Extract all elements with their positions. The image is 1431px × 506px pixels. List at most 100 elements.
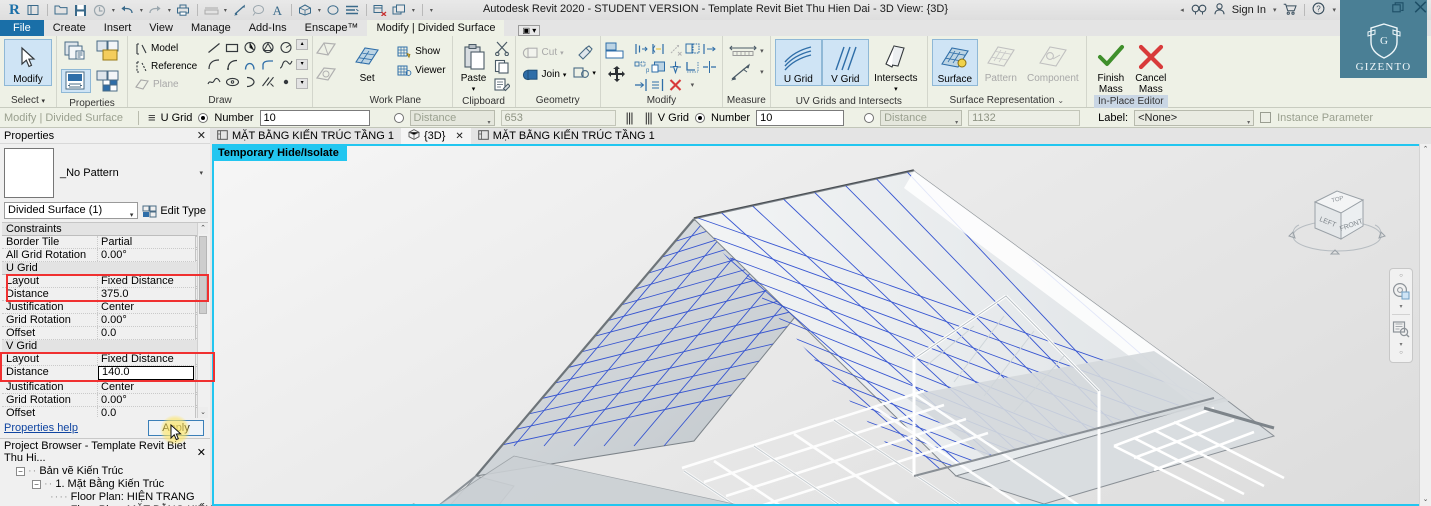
scroll-up-icon[interactable]: ⌃ bbox=[1420, 144, 1431, 156]
property-row-all-grid-rotation[interactable]: All Grid Rotation 0.00° bbox=[2, 249, 208, 262]
view-tab-mat-bang-1[interactable]: MẶT BẰNG KIẾN TRÚC TẦNG 1 bbox=[210, 128, 401, 144]
split-face-icon[interactable] bbox=[573, 65, 590, 80]
ribbon-tab-addins[interactable]: Add-Ins bbox=[240, 20, 296, 36]
v-grid-number-radio[interactable] bbox=[694, 112, 705, 123]
scroll-down-icon[interactable]: ⌄ bbox=[1420, 494, 1431, 506]
text-icon[interactable]: A bbox=[269, 2, 286, 18]
help-icon[interactable]: ? bbox=[1312, 2, 1325, 18]
ribbon-tab-strip[interactable]: File Create Insert View Manage Add-Ins E… bbox=[0, 20, 1431, 36]
properties-help-link[interactable]: Properties help bbox=[4, 422, 78, 434]
move-icon[interactable] bbox=[605, 65, 629, 83]
finish-mass-button[interactable]: Finish Mass bbox=[1091, 39, 1131, 95]
properties-scrollbar[interactable]: ⌃ ⌄ bbox=[197, 223, 208, 418]
close-window-icon[interactable] bbox=[1414, 1, 1427, 16]
property-row-v-layout[interactable]: Layout Fixed Distance bbox=[2, 353, 208, 366]
ribbon-tab-create[interactable]: Create bbox=[44, 20, 95, 36]
property-row-v-justification[interactable]: Justification Center bbox=[2, 381, 208, 394]
property-row-v-grid-rotation[interactable]: Grid Rotation 0.00° bbox=[2, 394, 208, 407]
show-workplane-button[interactable]: Show bbox=[395, 43, 447, 60]
workplane-viewer-button[interactable]: Viewer bbox=[395, 62, 447, 79]
cancel-mass-button[interactable]: Cancel Mass bbox=[1131, 39, 1171, 95]
ribbon-tab-enscape[interactable]: Enscape™ bbox=[296, 20, 368, 36]
property-row-u-offset[interactable]: Offset 0.0 bbox=[2, 327, 208, 340]
v-grid-number-input[interactable]: 10 bbox=[756, 109, 845, 126]
view-tab-3d[interactable]: {3D} ✕ bbox=[400, 128, 471, 144]
draw-spline-through-points-icon[interactable] bbox=[207, 75, 221, 88]
temporary-hide-isolate-banner[interactable]: Temporary Hide/Isolate bbox=[214, 146, 347, 161]
save-icon[interactable] bbox=[72, 2, 89, 18]
v-grid-distance-mode-select[interactable]: Distance ▾ bbox=[880, 109, 963, 126]
property-value[interactable]: Fixed Distance bbox=[97, 353, 195, 365]
measure-between-references-icon[interactable] bbox=[729, 44, 757, 58]
expander-icon[interactable]: − bbox=[32, 480, 41, 489]
collapse-arrow-icon[interactable]: ◂ bbox=[1180, 6, 1184, 14]
close-hidden-windows-icon[interactable] bbox=[372, 2, 389, 18]
draw-tool-grid[interactable] bbox=[205, 39, 295, 90]
measure-along-element-icon[interactable] bbox=[729, 63, 757, 81]
viewport-scrollbar[interactable]: ⌃ ⌄ bbox=[1419, 144, 1431, 506]
quick-access-toolbar[interactable]: R ▾ ▾ ▾ ▾ A ▾ ▾ ▾ bbox=[0, 2, 435, 19]
aligned-dimension-icon[interactable] bbox=[231, 2, 248, 18]
view-tab-mat-bang-2[interactable]: MẶT BẰNG KIẾN TRÚC TẦNG 1 bbox=[471, 128, 662, 144]
sign-in-label[interactable]: Sign In bbox=[1232, 4, 1266, 16]
chevron-down-icon[interactable]: ▾ bbox=[691, 81, 695, 89]
label-select[interactable]: <None> ▾ bbox=[1134, 109, 1255, 126]
element-type-selector[interactable]: Divided Surface (1) ▾ bbox=[4, 202, 139, 219]
property-value[interactable]: 0.00° bbox=[97, 394, 195, 406]
create-form-icon[interactable] bbox=[313, 39, 339, 61]
property-row-u-justification[interactable]: Justification Center bbox=[2, 301, 208, 314]
family-types-icon[interactable] bbox=[93, 69, 123, 93]
property-value[interactable]: Fixed Distance bbox=[97, 275, 195, 287]
property-row-u-layout[interactable]: Layout Fixed Distance bbox=[2, 275, 208, 288]
3d-model-canvas[interactable] bbox=[214, 146, 1427, 504]
void-form-icon[interactable] bbox=[313, 64, 339, 86]
draw-tangent-end-arc-icon[interactable] bbox=[243, 58, 257, 71]
u-grid-distance-radio[interactable] bbox=[393, 112, 404, 123]
modify-button[interactable]: Modify bbox=[4, 39, 52, 86]
open-icon[interactable] bbox=[53, 2, 70, 18]
save-as-icon[interactable] bbox=[91, 2, 108, 18]
search-icon[interactable] bbox=[1191, 3, 1207, 18]
scroll-up-icon[interactable]: ▴ bbox=[296, 39, 309, 50]
property-group-u-grid[interactable]: U Grid ⌃ bbox=[2, 262, 208, 275]
pin-icon[interactable] bbox=[668, 60, 683, 74]
unpin-icon[interactable] bbox=[702, 42, 717, 56]
chevron-down-icon[interactable]: ▾ bbox=[110, 7, 117, 14]
tree-node-floor-plan-hien-trang[interactable]: ···· Floor Plan: HIỆN TRANG bbox=[2, 491, 208, 504]
tag-icon[interactable] bbox=[250, 2, 267, 18]
surface-button[interactable]: Surface bbox=[931, 39, 978, 86]
print-icon[interactable] bbox=[175, 2, 192, 18]
property-value[interactable]: Center bbox=[97, 381, 195, 393]
project-browser-toggle-icon[interactable] bbox=[25, 2, 42, 18]
reference-line-button[interactable]: Reference bbox=[132, 58, 199, 75]
chevron-down-icon[interactable]: ▾ bbox=[410, 7, 417, 14]
draw-start-end-radius-arc-icon[interactable] bbox=[207, 58, 221, 71]
chevron-down-icon[interactable]: ▾ bbox=[138, 7, 145, 14]
window-controls[interactable] bbox=[1392, 1, 1427, 16]
u-grid-distance-input[interactable]: 653 bbox=[500, 109, 616, 126]
property-group-v-grid[interactable]: V Grid ⌃ bbox=[2, 340, 208, 353]
copy-icon[interactable] bbox=[494, 59, 511, 74]
u-grid-button[interactable]: U Grid bbox=[774, 39, 822, 86]
property-value[interactable]: Partial bbox=[97, 236, 195, 248]
chevron-down-icon[interactable]: ▾ bbox=[1399, 303, 1402, 310]
draw-line-icon[interactable] bbox=[207, 42, 221, 54]
u-grid-number-input[interactable]: 10 bbox=[259, 109, 370, 126]
draw-inscribed-polygon-icon[interactable] bbox=[243, 41, 257, 54]
property-value[interactable]: 0.00° bbox=[97, 314, 195, 326]
edit-type-button[interactable]: Edit Type bbox=[142, 204, 206, 218]
array-icon[interactable]: p bbox=[634, 60, 649, 74]
align-icon[interactable] bbox=[605, 42, 629, 60]
trim-extend-corner-icon[interactable] bbox=[685, 60, 700, 74]
redo-icon[interactable] bbox=[147, 2, 164, 18]
offset-icon[interactable] bbox=[634, 42, 649, 56]
scale-icon[interactable] bbox=[651, 60, 666, 74]
switch-windows-icon[interactable] bbox=[391, 2, 408, 18]
intersects-button[interactable]: Intersects ▾ bbox=[869, 39, 923, 95]
close-icon[interactable]: ✕ bbox=[197, 129, 206, 142]
family-category-icon[interactable] bbox=[93, 39, 123, 63]
property-group-constraints[interactable]: Constraints ⌃ bbox=[2, 223, 208, 236]
thin-lines-icon[interactable] bbox=[344, 2, 361, 18]
draw-center-ends-arc-icon[interactable] bbox=[225, 58, 239, 71]
chevron-down-icon[interactable]: ▾ bbox=[199, 169, 206, 177]
